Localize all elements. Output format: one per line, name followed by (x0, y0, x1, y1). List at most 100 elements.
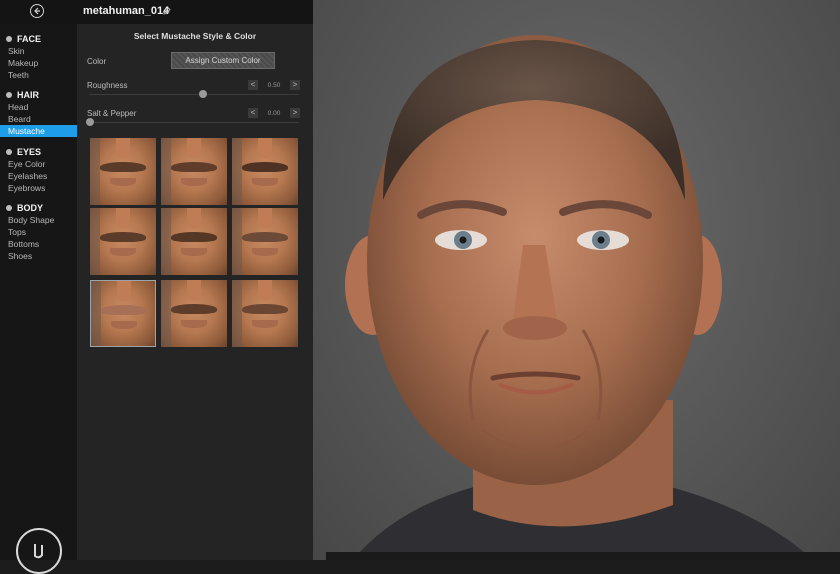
thumbnail-background (232, 138, 242, 205)
sidebar-section-face: FACE Skin Makeup Teeth (0, 33, 77, 81)
viewport-toolbar (326, 552, 840, 560)
thumbnail-mustache (100, 232, 146, 242)
sidebar-item-shoes[interactable]: Shoes (0, 250, 77, 262)
mustache-style-thumbnail[interactable] (232, 138, 298, 205)
salt-pepper-increment-button[interactable]: > (290, 108, 300, 118)
arrow-left-icon (34, 7, 40, 15)
salt-pepper-value[interactable]: 0.00 (258, 110, 290, 117)
unreal-engine-logo (16, 528, 62, 574)
thumbnail-lip (252, 248, 278, 256)
thumbnail-mustache (171, 162, 217, 172)
thumbnail-lip (110, 178, 136, 186)
thumbnail-background (232, 208, 242, 275)
thumbnail-lip (252, 320, 278, 328)
mustache-style-thumbnail[interactable] (232, 208, 298, 275)
thumbnail-lip (181, 320, 207, 328)
section-header-body[interactable]: BODY (0, 202, 77, 214)
section-header-eyes[interactable]: EYES (0, 146, 77, 158)
roughness-value[interactable]: 0.50 (258, 82, 290, 89)
thumbnail-background (161, 138, 171, 205)
section-header-hair[interactable]: HAIR (0, 89, 77, 101)
thumbnail-mustache (242, 304, 288, 314)
roughness-slider-handle[interactable] (199, 90, 207, 98)
project-name: metahuman_014 (83, 5, 170, 17)
thumbnail-nose (187, 138, 201, 158)
thumbnail-background (161, 208, 171, 275)
mustache-style-thumbnail[interactable] (90, 208, 156, 275)
thumbnail-lip (181, 248, 207, 256)
salt-pepper-label: Salt & Pepper (87, 109, 137, 118)
sidebar-item-beard[interactable]: Beard (0, 113, 77, 125)
sidebar-item-teeth[interactable]: Teeth (0, 69, 77, 81)
section-header-face[interactable]: FACE (0, 33, 77, 45)
thumbnail-nose (117, 281, 131, 301)
salt-pepper-stepper: < 0.00 > (248, 108, 300, 118)
color-label: Color (87, 57, 107, 66)
assign-custom-color-button[interactable]: Assign Custom Color (171, 52, 275, 69)
sidebar-item-eyelashes[interactable]: Eyelashes (0, 170, 77, 182)
eye-icon (6, 149, 12, 155)
thumbnail-nose (116, 208, 130, 228)
thumbnail-mustache (171, 232, 217, 242)
thumbnail-mustache (242, 162, 288, 172)
hair-icon (6, 92, 12, 98)
salt-pepper-slider-track[interactable] (89, 122, 299, 123)
thumbnail-lip (110, 248, 136, 256)
metahuman-face-preview (345, 35, 813, 560)
sidebar-item-mustache[interactable]: Mustache (0, 125, 77, 137)
thumbnail-nose (258, 280, 272, 300)
section-label: EYES (17, 147, 42, 157)
sidebar-item-tops[interactable]: Tops (0, 226, 77, 238)
thumbnail-background (232, 280, 242, 347)
thumbnail-nose (187, 280, 201, 300)
section-label: BODY (17, 203, 44, 213)
top-bar: metahuman_014 (0, 0, 313, 24)
thumbnail-background (90, 208, 100, 275)
thumbnail-nose (116, 138, 130, 158)
thumbnail-background (91, 281, 101, 346)
thumbnail-lip (252, 178, 278, 186)
sidebar-section-eyes: EYES Eye Color Eyelashes Eyebrows (0, 146, 77, 194)
sidebar-section-body: BODY Body Shape Tops Bottoms Shoes (0, 202, 77, 262)
mustache-style-thumbnail[interactable] (90, 138, 156, 205)
sidebar-item-eyebrows[interactable]: Eyebrows (0, 182, 77, 194)
thumbnail-nose (258, 208, 272, 228)
thumbnail-mustache (171, 304, 217, 314)
roughness-stepper: < 0.50 > (248, 80, 300, 90)
back-button[interactable] (30, 4, 44, 18)
roughness-label: Roughness (87, 81, 128, 90)
mustache-style-thumbnail[interactable] (161, 138, 227, 205)
mustache-style-thumbnail[interactable] (232, 280, 298, 347)
thumbnail-background (90, 138, 100, 205)
section-label: FACE (17, 34, 42, 44)
body-icon (6, 205, 12, 211)
thumbnail-mustache (100, 162, 146, 172)
mustache-style-thumbnail[interactable] (161, 280, 227, 347)
sidebar-item-body-shape[interactable]: Body Shape (0, 214, 77, 226)
sidebar-item-eye-color[interactable]: Eye Color (0, 158, 77, 170)
sidebar-item-skin[interactable]: Skin (0, 45, 77, 57)
thumbnail-lip (111, 321, 137, 329)
section-label: HAIR (17, 90, 39, 100)
unreal-logo-mark (34, 544, 43, 559)
sidebar-item-head[interactable]: Head (0, 101, 77, 113)
mustache-panel: Select Mustache Style & Color Color Assi… (77, 24, 313, 560)
thumbnail-mustache (101, 305, 147, 315)
mustache-style-thumbnail[interactable] (90, 280, 156, 347)
thumbnail-nose (258, 138, 272, 158)
sidebar-item-bottoms[interactable]: Bottoms (0, 238, 77, 250)
panel-title: Select Mustache Style & Color (133, 31, 257, 41)
roughness-increment-button[interactable]: > (290, 80, 300, 90)
sidebar-section-hair: HAIR Head Beard Mustache (0, 89, 77, 137)
thumbnail-nose (187, 208, 201, 228)
roughness-decrement-button[interactable]: < (248, 80, 258, 90)
thumbnail-mustache (242, 232, 288, 242)
roughness-slider-track[interactable] (89, 94, 299, 95)
salt-pepper-decrement-button[interactable]: < (248, 108, 258, 118)
pencil-icon[interactable] (163, 7, 171, 15)
character-viewport[interactable] (313, 0, 840, 560)
salt-pepper-slider-handle[interactable] (86, 118, 94, 126)
thumbnail-lip (181, 178, 207, 186)
mustache-style-thumbnail[interactable] (161, 208, 227, 275)
sidebar-item-makeup[interactable]: Makeup (0, 57, 77, 69)
